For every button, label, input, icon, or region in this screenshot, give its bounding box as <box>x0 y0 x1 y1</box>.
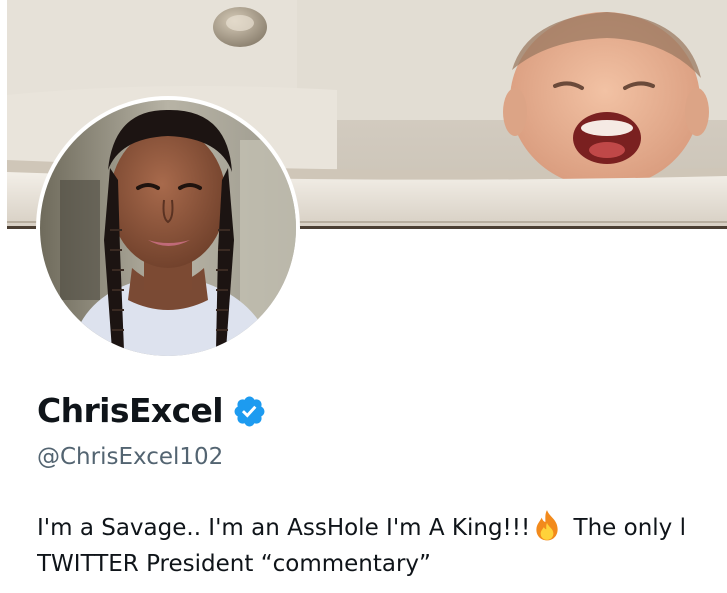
bio-text-continued: The only l <box>566 515 686 541</box>
profile-header: ChrisExcel @ChrisExcel102 I'm a Savage..… <box>0 0 727 593</box>
verified-checkmark-icon[interactable] <box>232 394 267 429</box>
display-name-row: ChrisExcel <box>37 389 267 433</box>
bio-text-start: I'm a Savage.. I'm an AssHole I'm A King… <box>37 515 531 541</box>
bio-line-1: I'm a Savage.. I'm an AssHole I'm A King… <box>37 508 727 546</box>
fire-icon <box>536 510 558 541</box>
profile-handle: @ChrisExcel102 <box>37 444 224 470</box>
display-name: ChrisExcel <box>37 391 224 430</box>
profile-bio: I'm a Savage.. I'm an AssHole I'm A King… <box>37 508 727 582</box>
profile-avatar[interactable] <box>36 96 300 360</box>
bio-line-2: TWITTER President “commentary” <box>37 551 431 577</box>
